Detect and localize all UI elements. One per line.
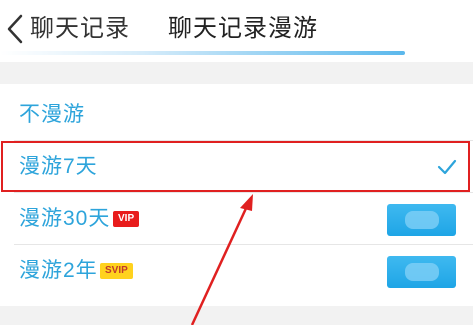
blurred-button-label xyxy=(405,263,439,281)
back-button-label[interactable]: 聊天记录 xyxy=(30,13,130,45)
option-roam-30-days[interactable]: 漫游30天 VIP xyxy=(0,194,473,244)
divider xyxy=(14,192,473,193)
activate-vip-button[interactable] xyxy=(387,204,456,236)
option-label: 漫游2年 xyxy=(19,259,98,282)
blurred-button-label xyxy=(405,211,439,229)
activate-svip-button[interactable] xyxy=(387,256,456,288)
option-label: 不漫游 xyxy=(19,103,85,126)
highlight-box xyxy=(1,141,470,192)
option-roam-2-years[interactable]: 漫游2年 SVIP xyxy=(0,246,473,296)
bottom-area xyxy=(0,306,473,325)
header-underline xyxy=(0,51,405,55)
page-title: 聊天记录漫游 xyxy=(168,15,318,42)
section-gap xyxy=(0,62,473,84)
vip-badge: VIP xyxy=(113,211,140,227)
option-label: 漫游30天 xyxy=(19,207,111,230)
header: 聊天记录 聊天记录漫游 xyxy=(0,0,473,62)
roaming-options-list: 不漫游 漫游7天 漫游30天 VIP 漫游2年 SVIP xyxy=(0,84,473,306)
option-no-roaming[interactable]: 不漫游 xyxy=(0,90,473,140)
svip-badge: SVIP xyxy=(100,263,133,279)
chevron-left-icon[interactable] xyxy=(5,12,27,46)
divider xyxy=(14,244,473,245)
